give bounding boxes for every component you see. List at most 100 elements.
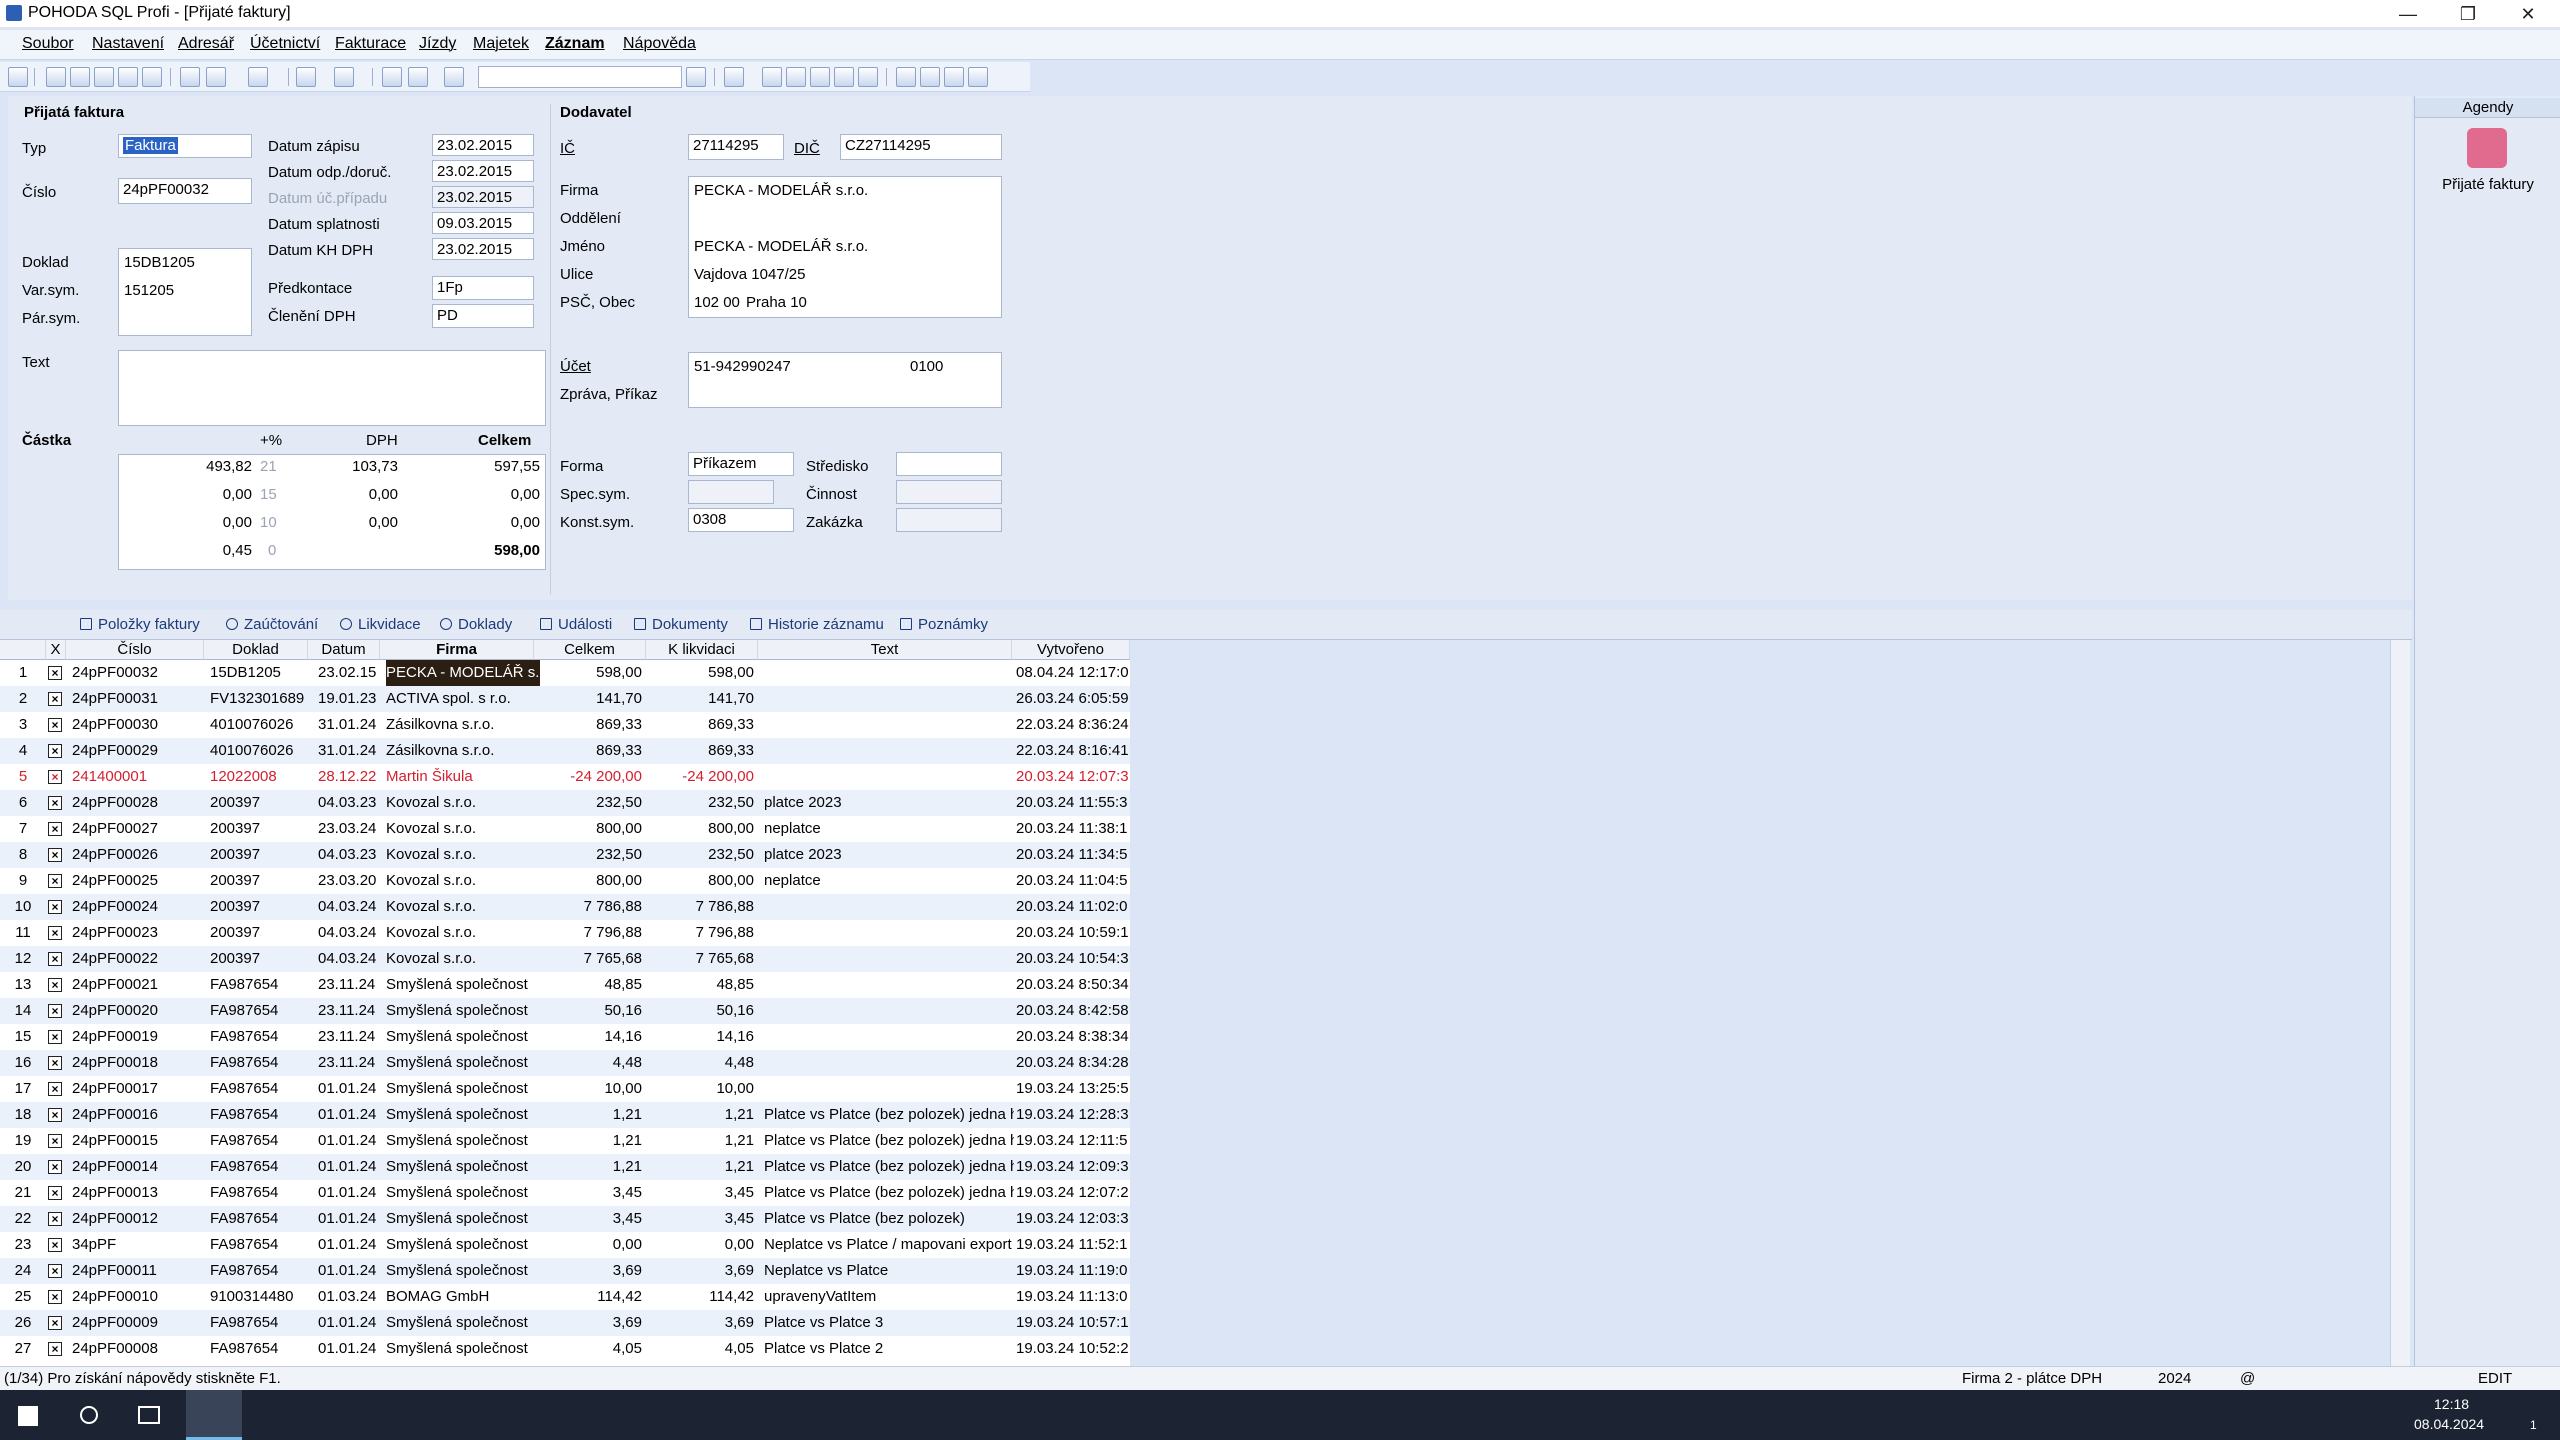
layout-icon[interactable] — [944, 67, 964, 87]
row-checkbox[interactable]: × — [48, 770, 62, 784]
table-row[interactable]: 24 × 24pPF00011 FA987654 01.01.24 Smyšlená sp… — [0, 1258, 1130, 1284]
menu-napoveda[interactable]: Nápověda — [623, 35, 696, 53]
row-checkbox[interactable]: × — [48, 952, 62, 966]
specsym-field[interactable] — [688, 480, 774, 504]
row-checkbox[interactable]: × — [48, 1342, 62, 1356]
pdf-icon[interactable] — [118, 67, 138, 87]
col-header-text[interactable]: Text — [758, 640, 1012, 660]
table-row[interactable]: 16 × 24pPF00018 FA987654 23.11.24 Smyšlená sp… — [0, 1050, 1130, 1076]
menu-fakturace[interactable]: Fakturace — [335, 35, 406, 53]
cinnost-field[interactable] — [896, 480, 1002, 504]
row-checkbox[interactable]: × — [48, 822, 62, 836]
amount-base-15[interactable]: 0,00 — [118, 486, 252, 503]
row-checkbox[interactable]: × — [48, 1186, 62, 1200]
close-button[interactable]: ✕ — [2500, 0, 2556, 28]
datum-uc-field[interactable]: 23.02.2015 — [432, 186, 534, 208]
col-header-firma[interactable]: Firma — [380, 640, 534, 660]
typ-select[interactable]: Faktura — [118, 134, 252, 158]
new-record-icon[interactable] — [180, 67, 200, 87]
col-header-x[interactable]: X — [46, 640, 66, 660]
jmeno-field[interactable]: PECKA - MODELÁŘ s.r.o. — [694, 238, 868, 255]
row-checkbox[interactable]: × — [48, 978, 62, 992]
settings-icon[interactable] — [334, 67, 354, 87]
table-row[interactable]: 12 × 24pPF00022 200397 04.03.24 Kovozal s.r.o… — [0, 946, 1130, 972]
table-row[interactable]: 9 × 24pPF00025 200397 23.03.20 Kovozal s.r.o.… — [0, 868, 1130, 894]
table-row[interactable]: 22 × 24pPF00012 FA987654 01.01.24 Smyšlená sp… — [0, 1206, 1130, 1232]
forma-select[interactable]: Příkazem — [688, 452, 794, 476]
col-header-datum[interactable]: Datum — [308, 640, 380, 660]
save-icon[interactable] — [382, 67, 402, 87]
amount-dph-15[interactable]: 0,00 — [280, 486, 398, 503]
psc-field[interactable]: 102 00 — [694, 294, 740, 311]
col-header-celkem[interactable]: Celkem — [534, 640, 646, 660]
row-checkbox[interactable]: × — [48, 926, 62, 940]
row-checkbox[interactable]: × — [48, 1316, 62, 1330]
table-row[interactable]: 20 × 24pPF00014 FA987654 01.01.24 Smyšlená sp… — [0, 1154, 1130, 1180]
ulice-field[interactable]: Vajdova 1047/25 — [694, 266, 805, 283]
row-checkbox[interactable]: × — [48, 718, 62, 732]
filter-icon[interactable] — [686, 67, 706, 87]
table-row[interactable]: 3 × 24pPF00030 4010076026 31.01.24 Zásilkovna… — [0, 712, 1130, 738]
print-icon[interactable] — [70, 67, 90, 87]
ic-field[interactable]: 27114295 — [688, 134, 784, 160]
dic-field[interactable]: CZ27114295 — [840, 134, 1002, 160]
row-checkbox[interactable]: × — [48, 874, 62, 888]
folder-icon[interactable] — [724, 67, 744, 87]
table-row[interactable]: 2 × 24pPF00031 FV132301689 19.01.23 ACTIVA sp… — [0, 686, 1130, 712]
window-icon[interactable] — [920, 67, 940, 87]
amount-base-10[interactable]: 0,00 — [118, 514, 252, 531]
select-icon[interactable] — [248, 67, 268, 87]
datum-zapisu-field[interactable]: 23.02.2015 — [432, 134, 534, 156]
firma-field[interactable]: PECKA - MODELÁŘ s.r.o. — [694, 182, 868, 199]
row-checkbox[interactable]: × — [48, 1212, 62, 1226]
table-row[interactable]: 27 × 24pPF00008 FA987654 01.01.24 Smyšlená sp… — [0, 1336, 1130, 1362]
col-header-doklad[interactable]: Doklad — [204, 640, 308, 660]
message-icon[interactable] — [896, 67, 916, 87]
table-row[interactable]: 10 × 24pPF00024 200397 04.03.24 Kovozal s.r.o… — [0, 894, 1130, 920]
table-row[interactable]: 15 × 24pPF00019 FA987654 23.11.24 Smyšlená sp… — [0, 1024, 1130, 1050]
agenda-prijate-faktury[interactable]: Přijaté faktury — [2415, 176, 2560, 193]
users-icon[interactable] — [834, 67, 854, 87]
col-header-k-likvidaci[interactable]: K likvidaci — [646, 640, 758, 660]
agenda-list-icon[interactable] — [8, 67, 28, 87]
calculator-icon[interactable] — [810, 67, 830, 87]
menu-adresar[interactable]: Adresář — [178, 35, 234, 53]
tab-poznamky[interactable]: Poznámky — [900, 616, 988, 633]
tab-historie[interactable]: Historie záznamu — [750, 616, 884, 633]
excel-icon[interactable] — [786, 67, 806, 87]
zakazka-field[interactable] — [896, 508, 1002, 532]
table-row[interactable]: 7 × 24pPF00027 200397 23.03.24 Kovozal s.r.o.… — [0, 816, 1130, 842]
table-row[interactable]: 5 × 241400001 12022008 28.12.22 Martin Šikula… — [0, 764, 1130, 790]
menu-nastaveni[interactable]: Nastavení — [92, 35, 164, 53]
table-row[interactable]: 1 × 24pPF00032 15DB1205 23.02.15 PECKA - MODE… — [0, 660, 1130, 686]
grid-scrollbar[interactable] — [2390, 640, 2410, 1366]
datum-splatnosti-field[interactable]: 09.03.2015 — [432, 212, 534, 234]
table-row[interactable]: 18 × 24pPF00016 FA987654 01.01.24 Smyšlená sp… — [0, 1102, 1130, 1128]
notification-badge[interactable]: 1 — [2530, 1418, 2537, 1432]
table-row[interactable]: 23 × 34pPF FA987654 01.01.24 Smyšlená společn… — [0, 1232, 1130, 1258]
ucet-field[interactable]: 51-942990247 — [694, 358, 791, 375]
menu-jizdy[interactable]: Jízdy — [419, 35, 456, 53]
table-row[interactable]: 14 × 24pPF00020 FA987654 23.11.24 Smyšlená sp… — [0, 998, 1130, 1024]
invoice-icon[interactable] — [2467, 128, 2507, 168]
amount-base-0[interactable]: 0,45 — [118, 542, 252, 559]
help-icon[interactable] — [968, 67, 988, 87]
row-checkbox[interactable]: × — [48, 1160, 62, 1174]
table-row[interactable]: 8 × 24pPF00026 200397 04.03.23 Kovozal s.r.o.… — [0, 842, 1130, 868]
bank-code-field[interactable]: 0100 — [910, 358, 943, 375]
delete-icon[interactable] — [408, 67, 428, 87]
table-row[interactable]: 11 × 24pPF00023 200397 04.03.24 Kovozal s.r.o… — [0, 920, 1130, 946]
stredisko-field[interactable] — [896, 452, 1002, 476]
task-view-icon[interactable] — [138, 1406, 160, 1424]
tab-polozky-faktury[interactable]: Položky faktury — [80, 616, 200, 633]
row-checkbox[interactable]: × — [48, 900, 62, 914]
predkontace-field[interactable]: 1Fp — [432, 276, 534, 300]
copy-icon[interactable] — [46, 67, 66, 87]
back-arrow-icon[interactable] — [296, 67, 316, 87]
cleneni-field[interactable]: PD — [432, 304, 534, 328]
amount-dph-10[interactable]: 0,00 — [280, 514, 398, 531]
iban-icon[interactable] — [858, 67, 878, 87]
table-row[interactable]: 13 × 24pPF00021 FA987654 23.11.24 Smyšlená sp… — [0, 972, 1130, 998]
col-header-cislo[interactable]: Číslo — [66, 640, 204, 660]
pohoda-taskbar-button[interactable] — [186, 1390, 242, 1440]
